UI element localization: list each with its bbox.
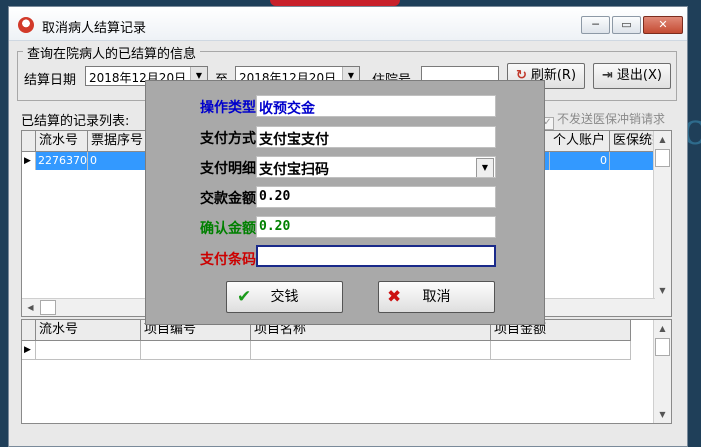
dropdown-arrow-icon[interactable]: ▼ (476, 158, 494, 177)
exit-icon: ⇥ (602, 68, 613, 83)
column-header[interactable]: 流水号 (36, 131, 88, 151)
scroll-thumb[interactable] (655, 149, 670, 167)
barcode-label: 支付条码 (200, 252, 256, 268)
minimize-button[interactable]: ─ (581, 16, 610, 34)
cell-serial[interactable] (36, 341, 141, 359)
column-header[interactable]: 个人账户 (550, 131, 610, 151)
pay-method-field: 支付宝支付 (256, 126, 496, 148)
maximize-button[interactable]: ▭ (612, 16, 641, 34)
cancel-button-label: 取消 (422, 289, 451, 305)
pay-button-label: 交钱 (270, 289, 299, 305)
query-group-title: 查询在院病人的已结算的信息 (23, 43, 201, 62)
cancel-button[interactable]: ✖ 取消 (378, 281, 495, 313)
cell-receipt-no[interactable]: 0 (88, 152, 150, 170)
close-button[interactable]: ✕ (643, 16, 683, 34)
pay-amount-input[interactable]: 0.20 (256, 186, 496, 208)
pay-detail-select[interactable]: 支付宝扫码 ▼ (256, 156, 496, 178)
scroll-up-icon[interactable]: ▲ (654, 131, 671, 148)
title-bar[interactable]: 取消病人结算记录 ─ ▭ ✕ (9, 7, 687, 41)
window-title: 取消病人结算记录 (42, 21, 147, 36)
cell-insurance-pool[interactable] (610, 152, 655, 170)
op-type-field: 收预交金 (256, 95, 496, 117)
column-header[interactable]: 医保统筹 (610, 131, 655, 151)
op-type-label: 操作类型 (200, 100, 256, 116)
scroll-down-icon[interactable]: ▼ (654, 282, 671, 299)
exit-button-label: 退出(X) (616, 68, 662, 83)
row-pointer-icon: ▶ (22, 341, 36, 359)
column-header[interactable]: 流水号 (36, 320, 141, 340)
scroll-left-icon[interactable]: ◀ (22, 299, 39, 316)
scroll-thumb[interactable] (40, 300, 56, 315)
items-vertical-scrollbar[interactable]: ▲ ▼ (653, 320, 671, 423)
table-row[interactable]: ▶ (22, 341, 631, 360)
pay-amount-label: 交款金额 (200, 191, 256, 207)
payment-dialog: 操作类型 收预交金 支付方式 支付宝支付 支付明细 支付宝扫码 ▼ 交款金额 0… (145, 80, 545, 325)
column-header[interactable]: 票据序号 (88, 131, 150, 151)
confirm-amount-label: 确认金额 (200, 221, 256, 237)
pay-button[interactable]: ✔ 交钱 (226, 281, 343, 313)
confirm-amount-field: 0.20 (256, 216, 496, 238)
no-cancel-request-checkbox[interactable]: ✓ 不发送医保冲销请求 (541, 110, 665, 130)
row-indicator-header (22, 320, 36, 340)
records-section-label: 已结算的记录列表: (21, 114, 130, 129)
barcode-input[interactable] (256, 245, 496, 267)
settle-date-label: 结算日期 (24, 73, 77, 88)
scroll-thumb[interactable] (655, 338, 670, 356)
scroll-up-icon[interactable]: ▲ (654, 320, 671, 337)
no-cancel-request-label: 不发送医保冲销请求 (557, 112, 666, 126)
scroll-down-icon[interactable]: ▼ (654, 406, 671, 423)
cell-personal-account[interactable]: 0 (550, 152, 610, 170)
cell-serial[interactable]: 2276370 (36, 152, 88, 170)
cell-item-name[interactable] (251, 341, 491, 359)
row-indicator-header (22, 131, 36, 151)
exit-button[interactable]: ⇥ 退出(X) (593, 63, 671, 89)
app-icon (18, 17, 34, 33)
cell-item-code[interactable] (141, 341, 251, 359)
cell-item-amount[interactable] (491, 341, 631, 359)
row-pointer-icon: ▶ (22, 152, 36, 170)
pay-method-label: 支付方式 (200, 131, 256, 147)
pay-detail-label: 支付明细 (200, 161, 256, 177)
pay-detail-value: 支付宝扫码 (259, 162, 329, 178)
records-vertical-scrollbar[interactable]: ▲ ▼ (653, 131, 671, 316)
items-grid[interactable]: 流水号 项目编号 项目名称 项目金额 ▶ ▲ ▼ (21, 319, 672, 424)
